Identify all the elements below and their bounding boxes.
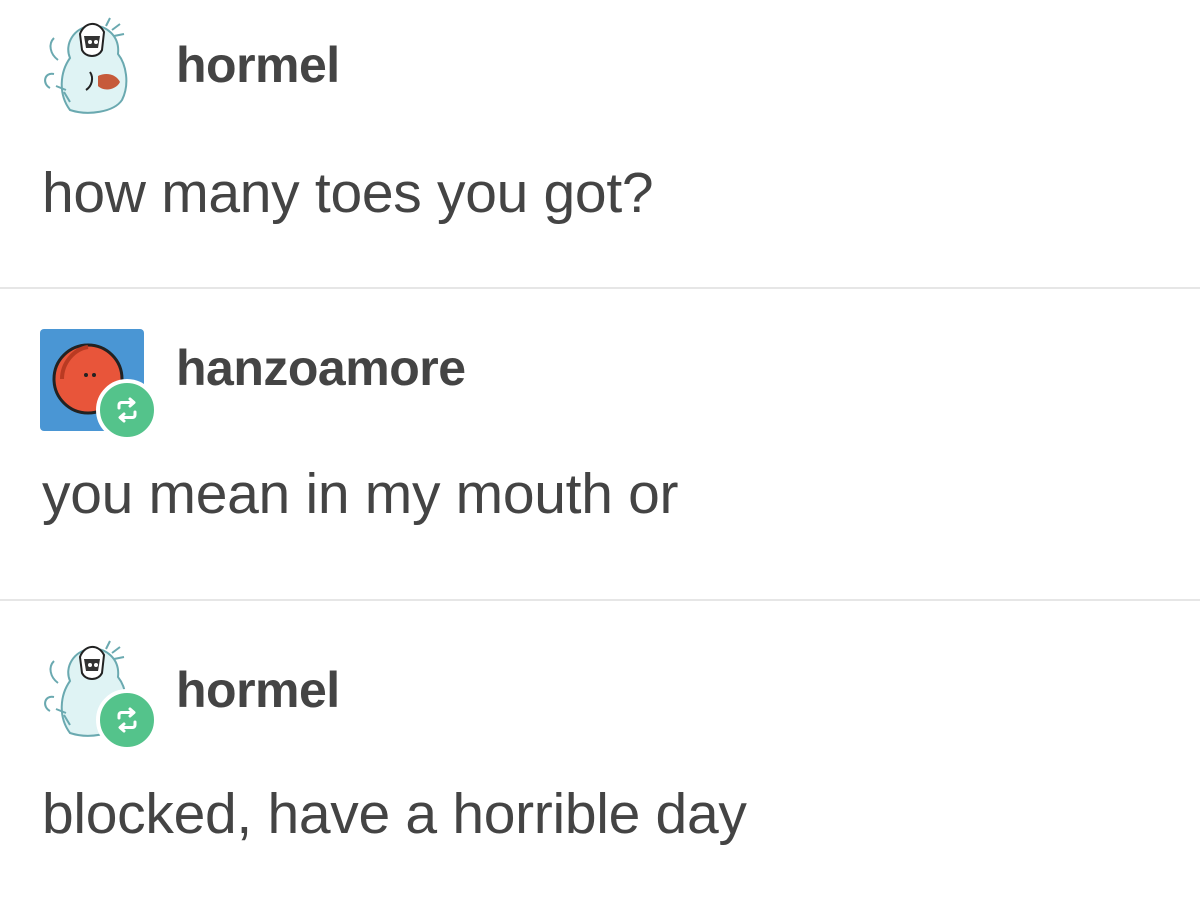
username[interactable]: hormel <box>176 661 340 719</box>
post-header: hormel <box>40 637 1140 751</box>
post-text: how many toes you got? <box>42 161 654 225</box>
post-hormel-reblog: hormel blocked, have a horrible day <box>0 601 1200 910</box>
post-hanzoamore-reblog: hanzoamore you mean in my mouth or <box>0 289 1200 599</box>
username[interactable]: hanzoamore <box>176 339 466 397</box>
post-header: hormel <box>40 14 1140 124</box>
username[interactable]: hormel <box>176 36 340 94</box>
reblog-thread: hormel how many toes you got? hanzoamore… <box>0 0 1200 910</box>
reblog-icon <box>96 379 158 441</box>
post-hormel-original: hormel how many toes you got? <box>0 0 1200 287</box>
reblog-icon <box>96 689 158 751</box>
post-text: blocked, have a horrible day <box>42 782 747 846</box>
ghost-character-avatar-icon[interactable] <box>40 14 146 120</box>
post-header: hanzoamore <box>40 327 1140 441</box>
post-text: you mean in my mouth or <box>42 462 679 526</box>
